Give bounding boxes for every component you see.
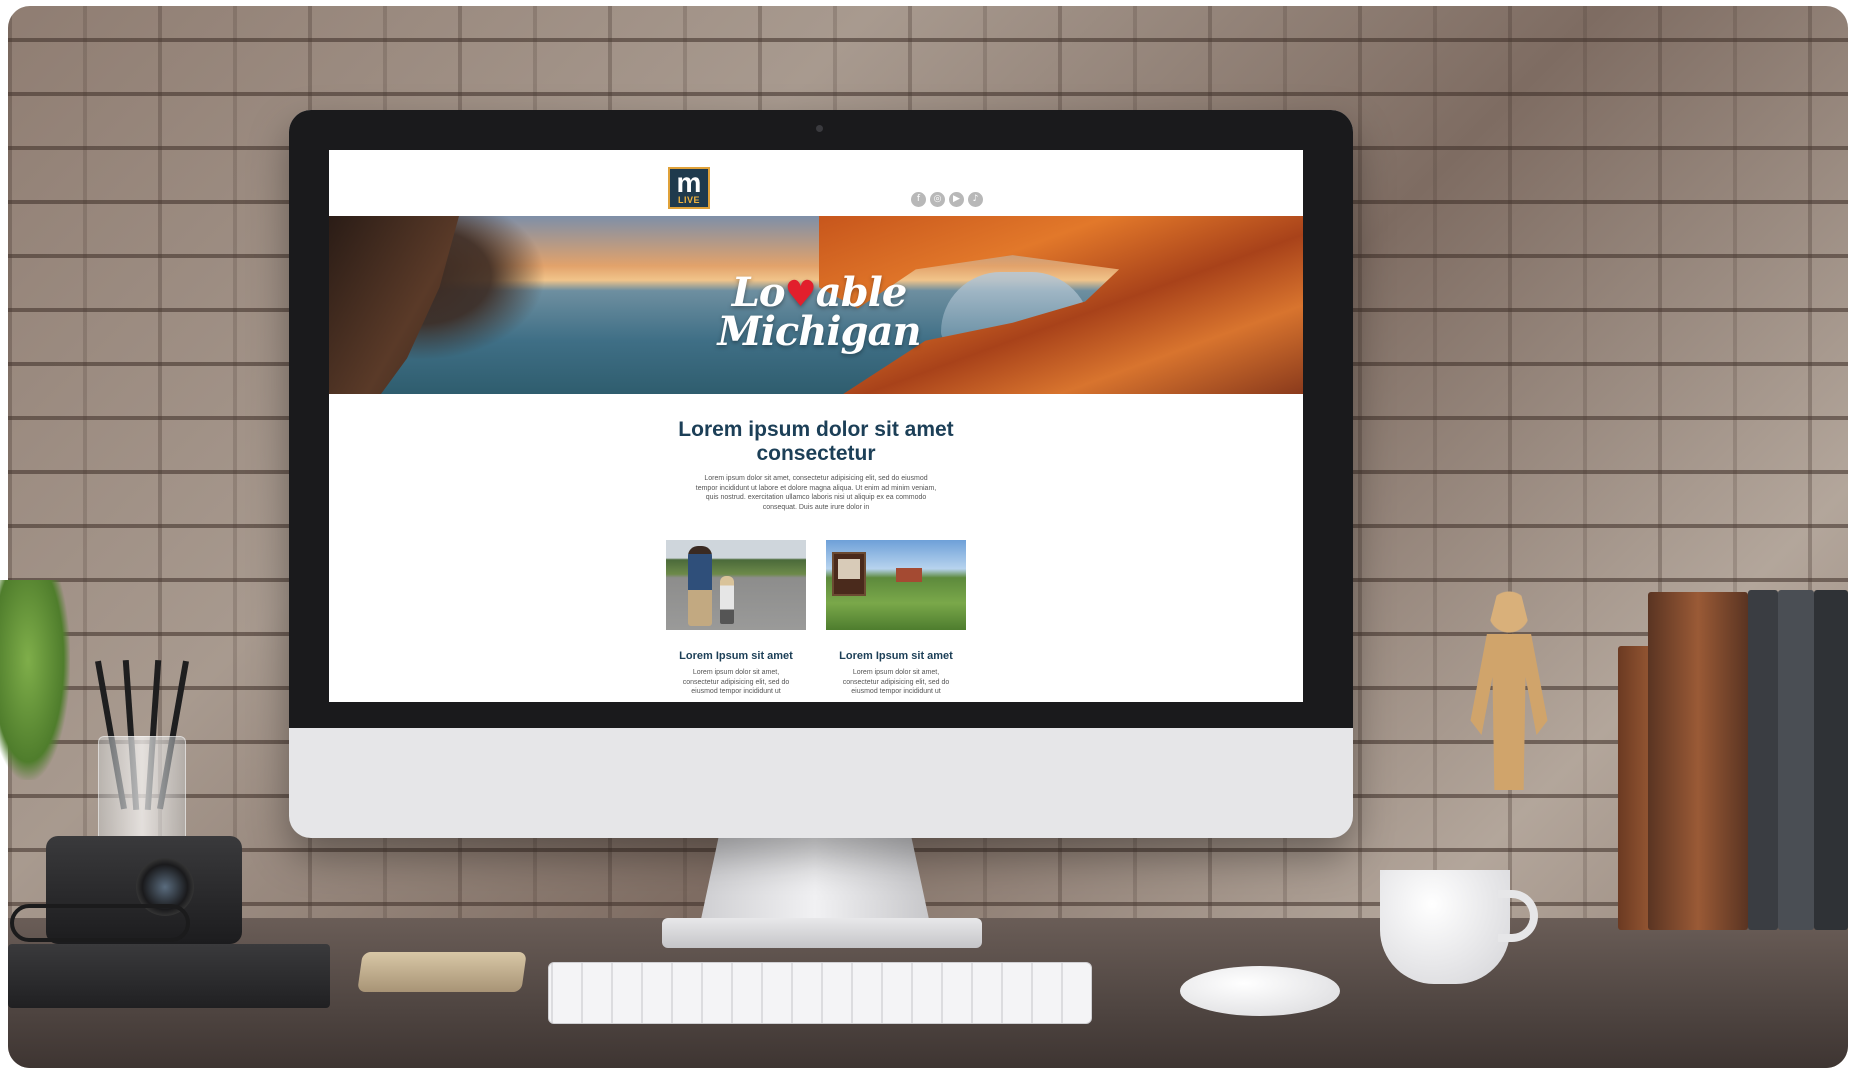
keyboard: [548, 962, 1092, 1024]
book: [1648, 592, 1748, 930]
tiktok-icon[interactable]: ♪: [968, 192, 983, 207]
photo-child: [720, 576, 734, 624]
email-content: Lorem ipsum dolor sit amet consectetur L…: [329, 394, 1303, 702]
card-photo[interactable]: [666, 540, 806, 630]
logo-letter: m: [676, 167, 702, 198]
webcam-icon: [816, 125, 823, 132]
plant: [0, 580, 70, 780]
notebook: [8, 944, 330, 1008]
monitor: m LIVE f ◎ ▶ ♪ Lo♥able Michigan Lorem ip…: [289, 110, 1353, 838]
card-title[interactable]: Lorem Ipsum sit amet: [666, 650, 806, 662]
card-copy: Lorem ipsum dolor sit amet, consectetur …: [682, 669, 790, 695]
hero-title-line2: Michigan: [717, 308, 921, 355]
youtube-icon[interactable]: ▶: [949, 192, 964, 207]
book: [1778, 590, 1814, 930]
email-preview[interactable]: m LIVE f ◎ ▶ ♪ Lo♥able Michigan Lorem ip…: [329, 150, 1303, 702]
email-header: m LIVE f ◎ ▶ ♪: [329, 150, 1303, 216]
monitor-bezel: m LIVE f ◎ ▶ ♪ Lo♥able Michigan Lorem ip…: [289, 110, 1353, 728]
headline: Lorem ipsum dolor sit amet consectetur: [678, 418, 954, 465]
photo-person: [688, 546, 712, 626]
instagram-icon[interactable]: ◎: [930, 192, 945, 207]
social-links: f ◎ ▶ ♪: [911, 192, 983, 207]
monitor-stand-base: [662, 918, 982, 948]
monitor-stand: [700, 838, 930, 924]
photo-sign: [832, 552, 866, 596]
hero-banner[interactable]: Lo♥able Michigan: [329, 216, 1303, 394]
facebook-icon[interactable]: f: [911, 192, 926, 207]
article-card[interactable]: Lorem Ipsum sit amet Lorem ipsum dolor s…: [826, 540, 966, 697]
article-card[interactable]: Lorem Ipsum sit amet Lorem ipsum dolor s…: [666, 540, 806, 697]
card-photo[interactable]: [826, 540, 966, 630]
body-copy: Lorem ipsum dolor sit amet, consectetur …: [695, 475, 937, 511]
hero-title: Lo♥able Michigan: [689, 273, 949, 352]
eyeglasses: [10, 904, 190, 942]
card-title[interactable]: Lorem Ipsum sit amet: [826, 650, 966, 662]
hero-rock-left: [329, 216, 459, 394]
coffee-cup: [1380, 870, 1510, 984]
logo-sub: LIVE: [677, 195, 700, 205]
book: [1748, 590, 1778, 930]
photo-barn: [896, 568, 922, 582]
mlive-logo[interactable]: m LIVE: [668, 167, 710, 209]
mouse: [1180, 966, 1340, 1016]
pencil-cup: [98, 736, 186, 848]
card-copy: Lorem ipsum dolor sit amet, consectetur …: [842, 669, 950, 695]
smartphone: [357, 952, 527, 992]
book: [1814, 590, 1848, 930]
